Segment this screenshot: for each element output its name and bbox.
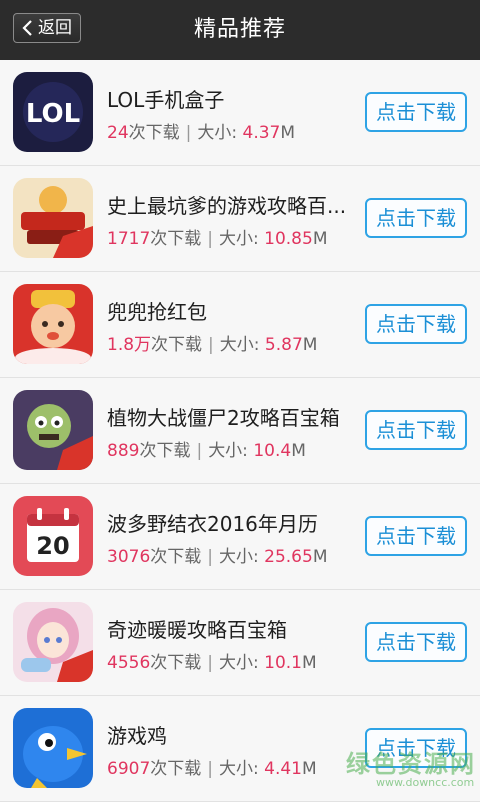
size-unit: M	[312, 229, 328, 249]
app-list: LOL LOL手机盒子 24次下载 | 大小: 4.37M 点击下载 史上最坑爹的游…	[0, 60, 480, 802]
title-bar: 返回 精品推荐	[0, 0, 480, 61]
list-item[interactable]: 游戏鸡 6907次下载 | 大小: 4.41M 点击下载	[0, 696, 480, 802]
app-meta: 1.8万次下载 | 大小: 5.87M	[107, 330, 317, 355]
size-label: 大小:	[219, 759, 259, 779]
separator: |	[185, 123, 192, 143]
app-meta: 3076次下载 | 大小: 25.65M	[107, 542, 327, 567]
calendar-icon[interactable]: 20	[13, 496, 93, 576]
blue-bird-icon[interactable]	[13, 708, 93, 788]
size-value: 10.4	[253, 441, 292, 461]
app-meta: 6907次下载 | 大小: 4.41M	[107, 754, 317, 779]
size-unit: M	[280, 123, 296, 143]
app-meta: 1717次下载 | 大小: 10.85M	[107, 224, 327, 249]
red-envelope-icon[interactable]	[13, 284, 93, 364]
download-suffix: 次下载	[128, 123, 180, 143]
app-name: 史上最坑爹的游戏攻略百...	[107, 194, 347, 218]
size-unit: M	[302, 335, 318, 355]
size-label: 大小:	[197, 123, 238, 143]
size-value: 10.85	[264, 229, 313, 249]
separator: |	[207, 653, 213, 673]
download-suffix: 次下载	[150, 759, 202, 779]
separator: |	[196, 441, 203, 461]
list-item[interactable]: 20 波多野结衣2016年月历 3076次下载 | 大小: 25.65M 点击下载	[0, 484, 480, 590]
download-suffix: 次下载	[150, 547, 202, 567]
size-unit: M	[302, 759, 317, 779]
list-item[interactable]: 奇迹暖暖攻略百宝箱 4556次下载 | 大小: 10.1M 点击下载	[0, 590, 480, 696]
download-button[interactable]: 点击下载	[365, 304, 467, 344]
app-name: 游戏鸡	[107, 724, 167, 748]
size-unit: M	[302, 653, 317, 673]
size-unit: M	[312, 547, 328, 567]
list-item[interactable]: 植物大战僵尸2攻略百宝箱 889次下载 | 大小: 10.4M 点击下载	[0, 378, 480, 484]
download-suffix: 次下载	[139, 441, 191, 461]
download-count: 24	[107, 123, 129, 143]
page-title: 精品推荐	[193, 17, 286, 42]
size-value: 4.37	[242, 123, 281, 143]
app-meta: 4556次下载 | 大小: 10.1M	[107, 648, 317, 673]
size-value: 4.41	[264, 759, 302, 779]
app-name: 奇迹暖暖攻略百宝箱	[107, 618, 287, 642]
app-name: 波多野结衣2016年月历	[107, 512, 318, 536]
app-name: 兜兜抢红包	[107, 300, 207, 324]
download-button[interactable]: 点击下载	[365, 622, 467, 662]
list-item[interactable]: LOL LOL手机盒子 24次下载 | 大小: 4.37M 点击下载	[0, 60, 480, 166]
download-count: 889	[107, 441, 140, 461]
size-label: 大小:	[219, 229, 259, 249]
download-count: 1.8万	[107, 335, 152, 355]
game-guide-icon[interactable]	[13, 178, 93, 258]
size-unit: M	[291, 441, 306, 461]
size-label: 大小:	[219, 653, 259, 673]
size-value: 10.1	[264, 653, 302, 673]
download-count: 1717	[107, 229, 151, 249]
size-label: 大小:	[219, 335, 260, 355]
separator: |	[208, 335, 214, 355]
separator: |	[207, 759, 213, 779]
anime-girl-icon[interactable]	[13, 602, 93, 682]
separator: |	[207, 229, 213, 249]
download-count: 4556	[107, 653, 151, 673]
size-value: 5.87	[264, 335, 303, 355]
app-meta: 889次下载 | 大小: 10.4M	[107, 436, 306, 461]
lol-box-icon[interactable]: LOL	[13, 72, 93, 152]
download-button[interactable]: 点击下载	[365, 198, 467, 238]
size-label: 大小:	[208, 441, 248, 461]
download-button[interactable]: 点击下载	[365, 728, 467, 768]
download-suffix: 次下载	[151, 335, 203, 355]
size-value: 25.65	[264, 547, 313, 567]
svg-text:20: 20	[36, 532, 69, 560]
list-item[interactable]: 史上最坑爹的游戏攻略百... 1717次下载 | 大小: 10.85M 点击下载	[0, 166, 480, 272]
download-button[interactable]: 点击下载	[365, 92, 467, 132]
size-label: 大小:	[219, 547, 259, 567]
app-meta: 24次下载 | 大小: 4.37M	[107, 118, 295, 143]
download-button[interactable]: 点击下载	[365, 410, 467, 450]
download-suffix: 次下载	[150, 653, 202, 673]
separator: |	[207, 547, 213, 567]
download-suffix: 次下载	[150, 229, 202, 249]
svg-text:LOL: LOL	[26, 99, 80, 129]
zombie-icon[interactable]	[13, 390, 93, 470]
download-button[interactable]: 点击下载	[365, 516, 467, 556]
list-item[interactable]: 兜兜抢红包 1.8万次下载 | 大小: 5.87M 点击下载	[0, 272, 480, 378]
download-count: 3076	[107, 547, 151, 567]
app-name: 植物大战僵尸2攻略百宝箱	[107, 406, 340, 430]
app-name: LOL手机盒子	[107, 88, 225, 112]
download-count: 6907	[107, 759, 151, 779]
